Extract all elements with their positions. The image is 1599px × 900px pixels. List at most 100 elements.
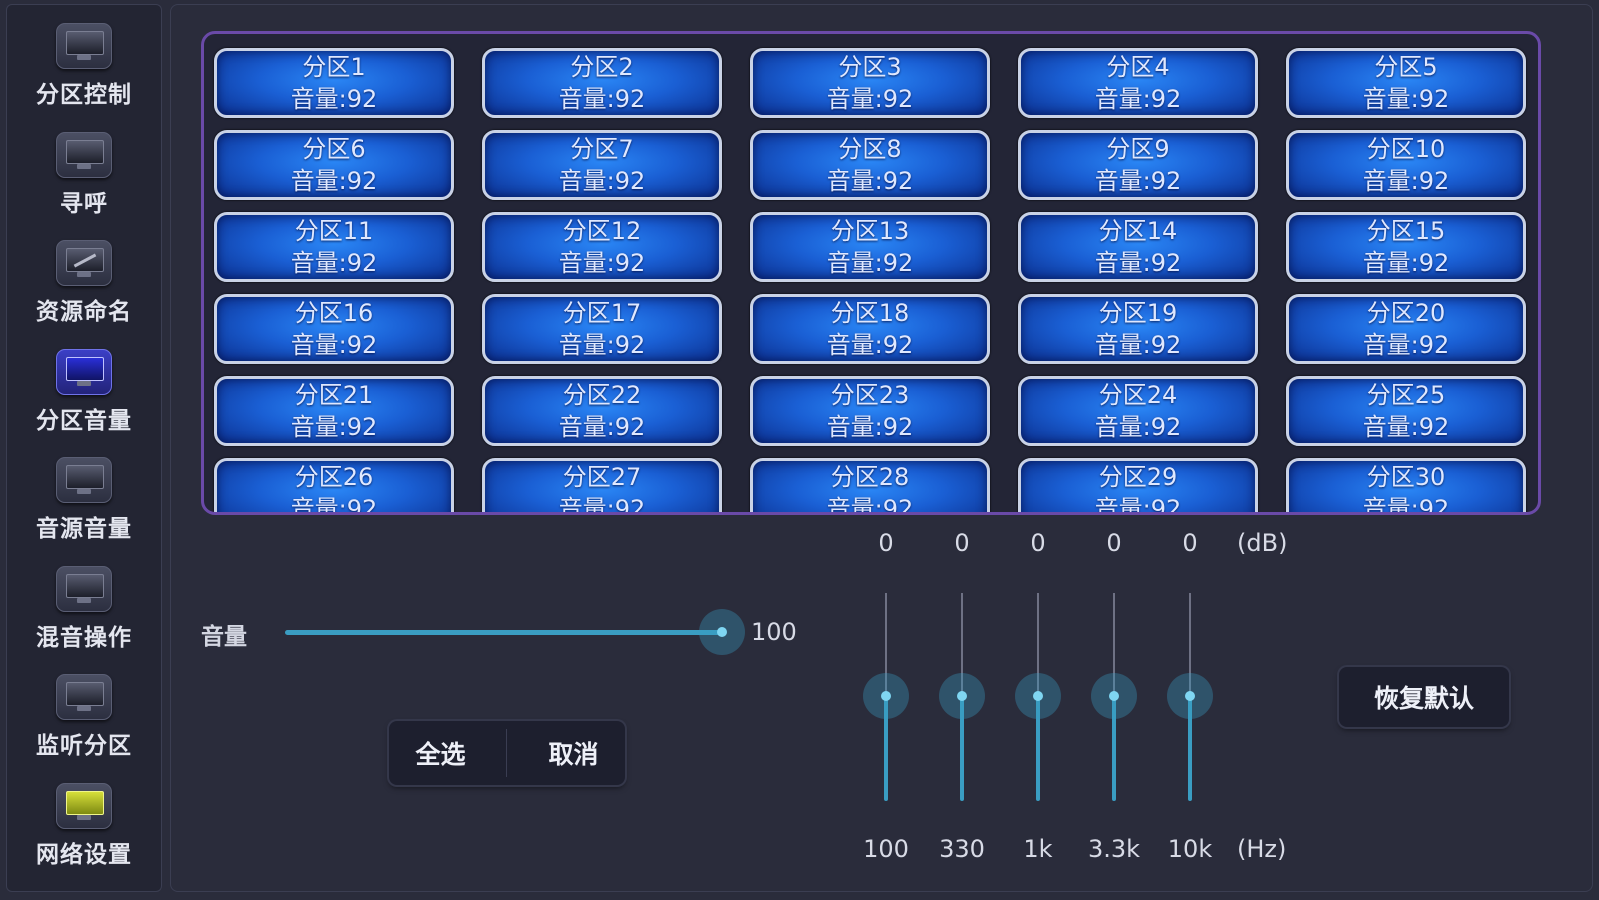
- zone-name: 分区2: [570, 53, 634, 81]
- eq-slider-handle[interactable]: [939, 673, 985, 719]
- zone-button[interactable]: 分区20 音量:92: [1286, 294, 1526, 364]
- eq-frequency-label: 3.3k: [1087, 835, 1141, 863]
- zone-volume: 音量:92: [558, 331, 646, 359]
- zone-button[interactable]: 分区2 音量:92: [482, 48, 722, 118]
- zone-button[interactable]: 分区7 音量:92: [482, 130, 722, 200]
- zone-button[interactable]: 分区28 音量:92: [750, 458, 990, 515]
- zone-name: 分区30: [1366, 463, 1446, 491]
- zone-button[interactable]: 分区15 音量:92: [1286, 212, 1526, 282]
- zone-button[interactable]: 分区13 音量:92: [750, 212, 990, 282]
- zone-button[interactable]: 分区27 音量:92: [482, 458, 722, 512]
- zone-volume: 音量:92: [290, 85, 378, 113]
- volume-slider-handle[interactable]: [699, 609, 745, 655]
- zone-button[interactable]: 分区23 音量:92: [750, 376, 990, 446]
- zone-volume: 音量:92: [826, 495, 914, 515]
- eq-gain-value: 0: [954, 529, 970, 557]
- zone-volume: 音量:92: [826, 331, 914, 359]
- zone-name: 分区24: [1098, 381, 1178, 409]
- zone-volume: 音量:92: [1094, 413, 1182, 441]
- zone-button[interactable]: 分区26 音量:92: [214, 458, 454, 515]
- zone-name: 分区20: [1366, 299, 1446, 327]
- cancel-button[interactable]: 取消: [536, 729, 610, 777]
- eq-gain-value: 0: [1030, 529, 1046, 557]
- monitor-icon: [56, 674, 112, 720]
- zone-volume: 音量:92: [558, 167, 646, 195]
- monitor-icon: [56, 131, 112, 178]
- zone-name: 分区18: [830, 299, 910, 327]
- zone-button[interactable]: 分区24 音量:92: [1018, 376, 1258, 446]
- zone-name: 分区15: [1366, 217, 1446, 245]
- zone-volume: 音量:92: [558, 413, 646, 441]
- zone-button[interactable]: 分区22 音量:92: [482, 376, 722, 446]
- zone-volume: 音量:92: [290, 495, 378, 515]
- zone-button[interactable]: 分区25 音量:92: [1286, 376, 1526, 446]
- zone-button[interactable]: 分区14 音量:92: [1018, 212, 1258, 282]
- zone-volume: 音量:92: [1094, 167, 1182, 195]
- zone-button[interactable]: 分区19 音量:92: [1018, 294, 1258, 364]
- zone-volume: 音量:92: [1362, 413, 1450, 441]
- zone-name: 分区13: [830, 217, 910, 245]
- zone-volume: 音量:92: [1094, 249, 1182, 277]
- eq-slider-handle[interactable]: [1015, 673, 1061, 719]
- monitor-icon: [56, 348, 112, 395]
- nav-paging[interactable]: 寻呼: [14, 131, 154, 241]
- zone-name: 分区26: [294, 463, 374, 491]
- nav-resource-naming[interactable]: 资源命名: [14, 240, 154, 349]
- zone-button[interactable]: 分区4 音量:92: [1018, 48, 1258, 118]
- zone-button[interactable]: 分区10 音量:92: [1286, 130, 1526, 200]
- monitor-icon: [56, 23, 112, 69]
- zone-button[interactable]: 分区18 音量:92: [750, 294, 990, 364]
- zone-button[interactable]: 分区1 音量:92: [214, 48, 454, 118]
- reset-default-button[interactable]: 恢复默认: [1339, 667, 1509, 727]
- nav-mix-operation[interactable]: 混音操作: [14, 565, 154, 675]
- zone-name: 分区7: [570, 135, 634, 163]
- eq-slider-handle[interactable]: [1167, 673, 1213, 719]
- eq-slider-handle[interactable]: [1091, 673, 1137, 719]
- zone-button[interactable]: 分区16 音量:92: [214, 294, 454, 364]
- zone-button[interactable]: 分区5 音量:92: [1286, 48, 1526, 118]
- nav-source-volume[interactable]: 音源音量: [14, 457, 154, 566]
- zone-name: 分区17: [562, 299, 642, 327]
- zone-button[interactable]: 分区8 音量:92: [750, 130, 990, 200]
- select-all-button[interactable]: 全选: [403, 729, 477, 777]
- zone-button[interactable]: 分区6 音量:92: [214, 130, 454, 200]
- zone-volume: 音量:92: [1362, 249, 1450, 277]
- eq-gain-value: 0: [878, 529, 894, 557]
- nav-label: 资源命名: [36, 299, 132, 325]
- zone-volume: 音量:92: [290, 249, 378, 277]
- nav-zone-volume[interactable]: 分区音量: [14, 348, 154, 458]
- nav-label: 分区控制: [36, 82, 132, 108]
- zone-button[interactable]: 分区21 音量:92: [214, 376, 454, 446]
- zone-button[interactable]: 分区30 音量:92: [1286, 458, 1526, 512]
- zone-name: 分区16: [294, 299, 374, 327]
- zone-volume: 音量:92: [290, 331, 378, 359]
- zone-name: 分区25: [1366, 381, 1446, 409]
- eq-gain-value: 0: [1182, 529, 1198, 557]
- nav-network-settings[interactable]: 网络设置: [14, 782, 154, 892]
- edit-monitor-icon: [56, 240, 112, 286]
- db-unit-label: (dB): [1237, 529, 1288, 557]
- zone-button[interactable]: 分区11 音量:92: [214, 212, 454, 282]
- volume-slider-track[interactable]: [285, 630, 723, 635]
- zone-volume: 音量:92: [826, 413, 914, 441]
- zone-grid-panel[interactable]: 分区1 音量:92 分区2 音量:92 分区3 音量:92 分区4 音量:92 分区5 音量:92…: [201, 31, 1541, 515]
- zone-name: 分区12: [562, 217, 642, 245]
- zone-button[interactable]: 分区12 音量:92: [482, 212, 722, 282]
- zone-volume: 音量:92: [1094, 495, 1182, 515]
- zone-button[interactable]: 分区17 音量:92: [482, 294, 722, 364]
- eq-frequency-label: 330: [939, 835, 985, 863]
- eq-slider-handle[interactable]: [863, 673, 909, 719]
- monitor-icon: [56, 565, 112, 612]
- hz-unit-label: (Hz): [1237, 835, 1287, 863]
- nav-zone-control[interactable]: 分区控制: [14, 23, 154, 132]
- zone-volume: 音量:92: [826, 167, 914, 195]
- eq-frequency-label: 100: [863, 835, 909, 863]
- nav-monitor-zone[interactable]: 监听分区: [14, 674, 154, 783]
- zone-volume: 音量:92: [1094, 331, 1182, 359]
- volume-label: 音量: [201, 624, 247, 650]
- zone-name: 分区21: [294, 381, 374, 409]
- zone-button[interactable]: 分区3 音量:92: [750, 48, 990, 118]
- zone-button[interactable]: 分区29 音量:92: [1018, 458, 1258, 515]
- zone-name: 分区28: [830, 463, 910, 491]
- zone-button[interactable]: 分区9 音量:92: [1018, 130, 1258, 200]
